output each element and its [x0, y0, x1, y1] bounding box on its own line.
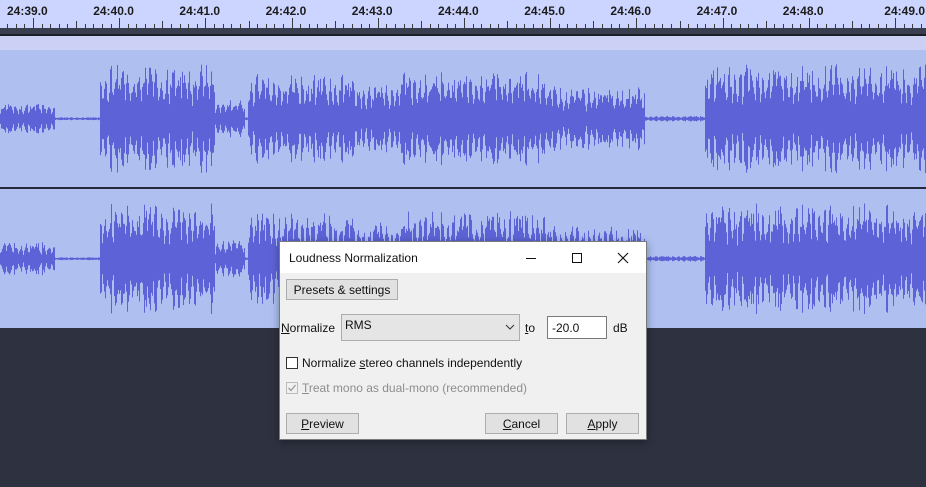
apply-button[interactable]: Apply — [566, 413, 639, 434]
dual-mono-option[interactable]: Treat mono as dual-mono (recommended) — [286, 381, 527, 395]
normalize-label: Normalize — [281, 321, 336, 335]
timeline-major-tick — [895, 18, 896, 28]
timeline-minor-tick — [162, 21, 164, 28]
timeline-ruler[interactable]: 24:39.0 24:40.0 24:41.0 24:42.0 24:43.0 24:44… — [0, 0, 926, 28]
timeline-minor-tick — [76, 21, 78, 28]
timeline-tick-label: 24:49.0 — [884, 4, 925, 18]
timeline-major-tick — [33, 18, 34, 28]
timeline-minor-tick — [334, 21, 336, 28]
dual-mono-checkbox[interactable] — [286, 382, 298, 394]
timeline-tick-label: 24:44.0 — [438, 4, 479, 18]
target-level-input[interactable] — [547, 316, 607, 339]
timeline-major-tick — [119, 18, 121, 28]
timeline-major-tick — [464, 18, 465, 28]
checkmark-icon — [288, 384, 297, 392]
timeline-major-tick — [291, 18, 293, 28]
chevron-down-icon — [505, 324, 515, 330]
timeline-minor-tick — [248, 21, 250, 28]
minimize-button[interactable] — [508, 242, 554, 273]
timeline-tick-label: 24:47.0 — [696, 4, 738, 18]
timeline-major-tick — [205, 18, 207, 28]
timeline-major-tick — [636, 18, 638, 28]
maximize-icon — [572, 252, 582, 263]
stereo-independent-label: Normalize stereo channels independently — [302, 356, 523, 370]
timeline-major-tick — [808, 18, 810, 28]
timeline-major-tick — [550, 18, 552, 28]
timeline-major-tick — [722, 18, 724, 28]
timeline-tick-label: 24:39.0 — [7, 4, 48, 18]
loudness-normalization-dialog: Loudness Normalization Presets & setting… — [279, 241, 647, 440]
timeline-tick-label: 24:42.0 — [265, 4, 307, 18]
timeline-minor-tick — [679, 21, 681, 28]
waveform-channel-left[interactable] — [0, 50, 926, 187]
maximize-button[interactable] — [554, 242, 600, 273]
timeline-minor-tick — [593, 21, 595, 28]
timeline-tick-label: 24:48.0 — [782, 4, 824, 18]
cancel-button[interactable]: Cancel — [485, 413, 558, 434]
preview-button[interactable]: Preview — [286, 413, 359, 434]
dialog-title: Loudness Normalization — [289, 251, 418, 265]
to-label: to — [525, 321, 536, 335]
waveform-path — [0, 64, 926, 174]
presets-settings-button[interactable]: Presets & settings — [286, 279, 398, 300]
stereo-independent-checkbox[interactable] — [286, 357, 298, 369]
minimize-icon — [526, 257, 536, 259]
track-header-bar — [0, 36, 926, 50]
close-icon — [617, 252, 629, 263]
timeline-tick-label: 24:41.0 — [179, 4, 221, 18]
timeline-minor-tick — [507, 21, 509, 28]
close-button[interactable] — [600, 242, 646, 273]
timeline-minor-tick — [420, 21, 422, 28]
timeline-tick-label: 24:46.0 — [610, 4, 652, 18]
normalize-mode-select[interactable]: RMS — [341, 314, 520, 341]
db-unit-label: dB — [613, 321, 628, 335]
waveform-left — [0, 64, 926, 174]
timeline-tick-label: 24:43.0 — [351, 4, 393, 18]
stereo-independent-option[interactable]: Normalize stereo channels independently — [286, 356, 522, 370]
dual-mono-label: Treat mono as dual-mono (recommended) — [302, 381, 527, 395]
normalize-mode-value: RMS — [345, 318, 372, 332]
dialog-titlebar[interactable]: Loudness Normalization — [280, 242, 646, 273]
timeline-major-tick — [377, 18, 379, 28]
timeline-minor-tick — [851, 21, 853, 28]
timeline-tick-label: 24:45.0 — [524, 4, 565, 18]
timeline-tick-label: 24:40.0 — [93, 4, 134, 18]
timeline-minor-tick — [765, 21, 767, 28]
